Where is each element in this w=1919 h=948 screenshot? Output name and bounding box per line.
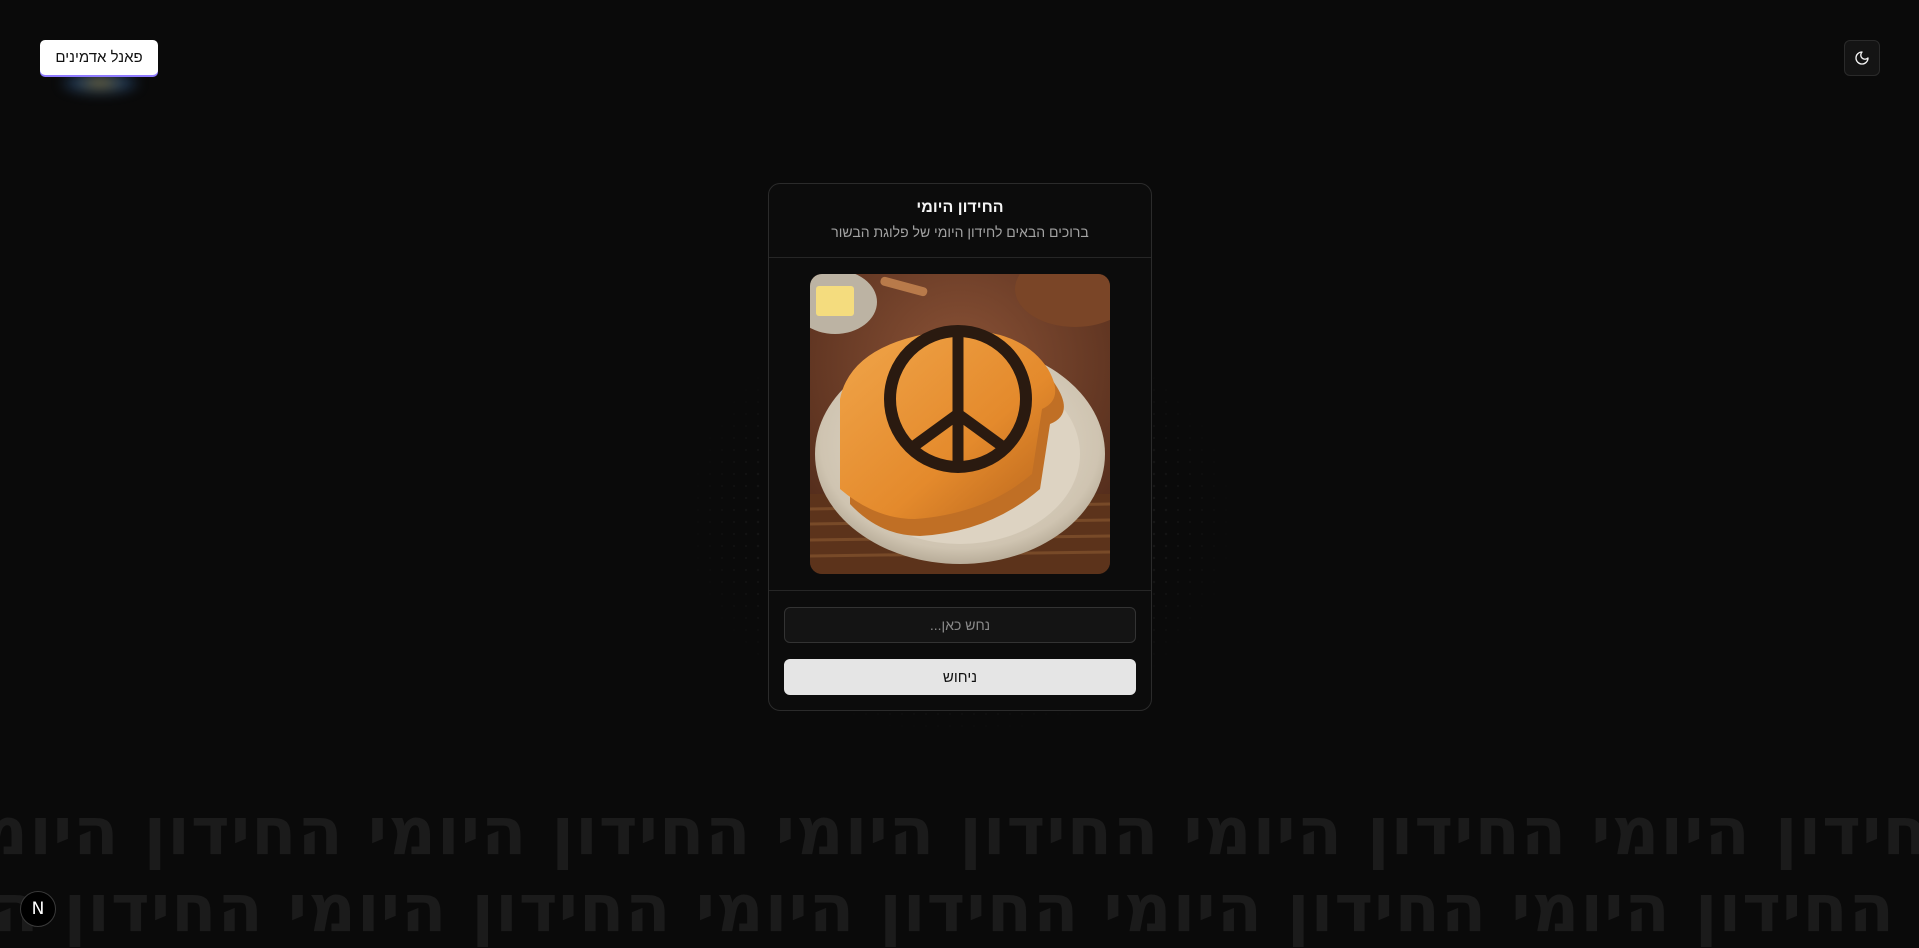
page: החידון היומי החידון היומי החידון היומי ה…: [0, 0, 1919, 948]
card-subtitle: ברוכים הבאים לחידון היומי של פלוגת הבשור: [831, 224, 1089, 240]
next-logo-badge[interactable]: N: [20, 891, 56, 927]
card-body: [769, 258, 1151, 591]
theme-toggle-button[interactable]: [1844, 40, 1880, 76]
background-marquee-text: החידון היומי החידון היומי החידון היומי ה…: [0, 870, 1896, 947]
card-header: החידון היומי ברוכים הבאים לחידון היומי ש…: [769, 184, 1151, 258]
moon-icon: [1855, 51, 1869, 65]
admin-panel-button[interactable]: פאנל אדמינים: [40, 40, 158, 75]
card-footer: ניחוש: [769, 591, 1151, 695]
quiz-image: [810, 274, 1110, 574]
guess-submit-button[interactable]: ניחוש: [784, 659, 1136, 695]
guess-input[interactable]: [784, 607, 1136, 643]
toast-peace-sign-image: [810, 274, 1110, 574]
admin-button-glow: [60, 72, 140, 94]
quiz-card: החידון היומי ברוכים הבאים לחידון היומי ש…: [768, 183, 1152, 711]
card-title: החידון היומי: [916, 199, 1004, 216]
background-marquee-text: החידון היומי החידון היומי החידון היומי ה…: [0, 793, 1919, 870]
